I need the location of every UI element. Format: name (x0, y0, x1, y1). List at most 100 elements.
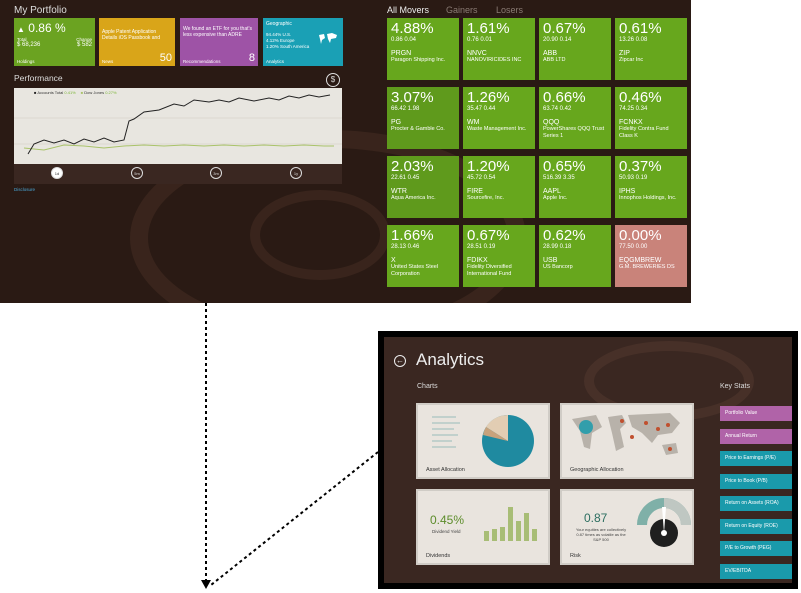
mover-price: 516.39 3.35 (543, 175, 575, 181)
mover-tile[interactable]: 0.46% 74.25 0.34 FCNKX Fidelity Contra Fund… (615, 87, 687, 149)
currency-icon[interactable]: $ (326, 73, 340, 87)
asset-allocation-tile[interactable]: Asset Allocation (416, 403, 550, 479)
mover-tile[interactable]: 0.67% 20.90 0.14 ABB ABB LTD (539, 18, 611, 80)
news-tile[interactable]: Apple Patent Application Details iOS Pas… (99, 18, 175, 66)
mover-name: Fidelity Contra Fund Class K (619, 126, 669, 139)
recommendation-count: 8 (248, 52, 255, 64)
news-text: Apple Patent Application Details iOS Pas… (102, 29, 161, 41)
mover-price: 0.76 0.01 (467, 37, 493, 43)
performance-title: Performance (14, 73, 63, 83)
key-stat-button[interactable]: EV/EBITDA (720, 563, 792, 579)
mover-price: 35.47 0.44 (467, 106, 496, 112)
geographic-tile[interactable]: Geographic 94.44% U.S. 4.12% Europe 1.20… (263, 18, 343, 66)
back-arrow-icon[interactable]: ← (394, 355, 406, 367)
range-button[interactable]: 5m (131, 167, 143, 179)
risk-tile[interactable]: 0.87 Your equities are collectively 0.87… (560, 489, 694, 565)
mover-pct: 1.26% (467, 89, 510, 106)
mover-name: Fidelity Diversified International Fund (467, 264, 512, 277)
mover-price: 50.93 0.19 (619, 175, 648, 181)
analytics-title: Analytics (416, 350, 485, 369)
mover-ticker: NNVC (467, 50, 487, 57)
mover-price: 28.13 0.46 (391, 244, 420, 250)
mover-ticker: USB (543, 257, 558, 264)
mover-tile[interactable]: 0.00% 77.50 0.00 EQGMBREW G.M. BREWERIES DS (615, 225, 687, 287)
charts-header: Charts (417, 383, 438, 390)
geographic-allocation-label: Geographic Allocation (570, 467, 624, 473)
mover-tile[interactable]: 2.03% 22.61 0.45 WTR Aqua America Inc. (387, 156, 459, 218)
mover-tile[interactable]: 3.07% 66.42 1.98 PG Procter & Gamble Co. (387, 87, 459, 149)
recommendations-tile[interactable]: We found an ETF for you that's less expe… (180, 18, 258, 66)
mover-tile[interactable]: 0.65% 516.39 3.35 AAPL Apple Inc. (539, 156, 611, 218)
key-stat-button[interactable]: Annual Return (720, 428, 792, 444)
portfolio-screen: My Portfolio ▲ 0.86 % Total Change $ 68,… (0, 0, 691, 303)
key-stat-button[interactable]: Return on Equity (ROE) (720, 518, 792, 534)
mover-ticker: WM (467, 119, 480, 126)
mover-name: G.M. BREWERIES DS (619, 264, 675, 270)
mover-ticker: ABB (543, 50, 558, 57)
mover-tile[interactable]: 1.66% 28.13 0.46 X United States Steel Corp… (387, 225, 459, 287)
mover-pct: 2.03% (391, 158, 434, 175)
risk-label: Risk (570, 553, 581, 559)
mover-pct: 0.46% (619, 89, 662, 106)
mover-tile[interactable]: 4.88% 0.86 0.04 PRGN Paragon Shipping Inc. (387, 18, 459, 80)
asset-allocation-label: Asset Allocation (426, 467, 465, 473)
mover-name: ABB LTD (543, 57, 566, 63)
performance-lines (14, 94, 342, 155)
mover-ticker: FIRE (467, 188, 483, 195)
tab-gainers[interactable]: Gainers (446, 5, 478, 15)
geographic-title: Geographic (266, 21, 292, 27)
geographic-allocation-tile[interactable]: Geographic Allocation (560, 403, 694, 479)
dividends-bar-chart (484, 507, 537, 541)
mover-name: PowerShares QQQ Trust Series 1 (543, 126, 605, 139)
key-stat-button[interactable]: Return on Assets (ROA) (720, 496, 792, 511)
mover-tile[interactable]: 1.61% 0.76 0.01 NNVC NANOVIRICIDES INC (463, 18, 535, 80)
mover-name: United States Steel Corporation (391, 264, 439, 277)
mover-tile[interactable]: 0.66% 63.74 0.42 QQQ PowerShares QQQ Trust … (539, 87, 611, 149)
pie-chart-graphic (432, 414, 534, 467)
world-map-icon (317, 32, 339, 46)
dividends-tile[interactable]: 0.45% Dividend Yield Dividends (416, 489, 550, 565)
mover-pct: 0.67% (543, 20, 586, 37)
mover-tile[interactable]: 1.20% 45.72 0.54 FIRE Sourcefire, Inc. (463, 156, 535, 218)
range-button[interactable]: 1y (290, 167, 302, 179)
recommendation-text: We found an ETF for you that's less expe… (183, 26, 252, 38)
mover-tile[interactable]: 0.37% 50.93 0.19 IPHS Innophos Holdings, In… (615, 156, 687, 218)
mover-ticker: WTR (391, 188, 407, 195)
tab-losers[interactable]: Losers (496, 5, 523, 15)
portfolio-title: My Portfolio (14, 5, 67, 16)
mover-ticker: ZIP (619, 50, 630, 57)
key-stat-button[interactable]: Price to Earnings (P/E) (720, 451, 792, 466)
key-stat-button[interactable]: Portfolio Value (720, 406, 792, 421)
risk-description: Your equities are collectively 0.87 time… (575, 527, 627, 542)
analytics-screen: ← Analytics Charts Key Stats Asset Alloc… (378, 331, 798, 589)
dividend-yield-label: Dividend Yield (432, 529, 461, 534)
mover-price: 0.86 0.04 (391, 37, 417, 43)
total-value: $ 68,236 (17, 42, 41, 48)
mover-name: Waste Management Inc. (467, 126, 527, 132)
key-stats-header: Key Stats (720, 383, 750, 390)
mover-tile[interactable]: 0.61% 13.26 0.08 ZIP Zipcar Inc (615, 18, 687, 80)
mover-pct: 0.66% (543, 89, 586, 106)
mover-tile[interactable]: 0.67% 28.51 0.19 FDIKX Fidelity Diversified… (463, 225, 535, 287)
mover-ticker: FCNKX (619, 119, 643, 126)
mover-pct: 0.65% (543, 158, 586, 175)
holdings-tile[interactable]: ▲ 0.86 % Total Change $ 68,236 $ 582 Hol… (14, 18, 95, 66)
mover-price: 13.26 0.08 (619, 37, 648, 43)
disclosure-link[interactable]: Disclosure (14, 187, 35, 192)
risk-gauge (637, 498, 691, 547)
key-stat-button[interactable]: P/E to Growth (PEG) (720, 541, 792, 556)
mover-pct: 0.61% (619, 20, 662, 37)
key-stat-button[interactable]: Price to Book (P/B) (720, 473, 792, 489)
range-button[interactable]: 1d (51, 167, 63, 179)
mover-tile[interactable]: 0.62% 28.99 0.18 USB US Bancorp (539, 225, 611, 287)
mover-price: 77.50 0.00 (619, 244, 648, 250)
holdings-change-pct: 0.86 % (28, 21, 66, 35)
mover-ticker: X (391, 257, 396, 264)
range-button[interactable]: 3m (210, 167, 222, 179)
tab-all-movers[interactable]: All Movers (387, 5, 429, 15)
mover-price: 66.42 1.98 (391, 106, 420, 112)
dividends-label: Dividends (426, 553, 451, 559)
risk-value: 0.87 (584, 511, 608, 525)
mover-pct: 3.07% (391, 89, 434, 106)
mover-tile[interactable]: 1.26% 35.47 0.44 WM Waste Management Inc. (463, 87, 535, 149)
